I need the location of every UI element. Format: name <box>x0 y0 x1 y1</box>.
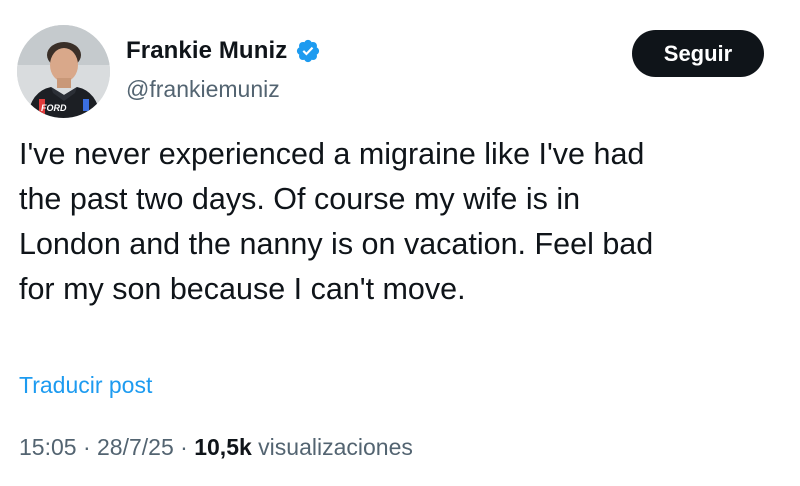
avatar-image: FORD <box>17 25 110 118</box>
verified-badge-icon <box>295 38 321 64</box>
meta-separator: · <box>180 434 188 460</box>
author-handle[interactable]: @frankiemuniz <box>126 76 280 103</box>
tweet-text-line: the past two days. Of course my wife is … <box>19 182 581 216</box>
avatar[interactable]: FORD <box>17 25 110 118</box>
tweet-card: FORD Frankie Muniz @frankiemuniz Seguir … <box>0 0 800 486</box>
tweet-time[interactable]: 15:05 <box>19 434 77 460</box>
translate-post-link[interactable]: Traducir post <box>19 372 152 399</box>
tweet-text: I've never experienced a migraine like I… <box>19 132 789 312</box>
avatar-logo-text: FORD <box>41 103 67 113</box>
tweet-date[interactable]: 28/7/25 <box>97 434 174 460</box>
author-name-row: Frankie Muniz <box>126 37 321 65</box>
follow-button[interactable]: Seguir <box>632 30 764 77</box>
tweet-text-line: London and the nanny is on vacation. Fee… <box>19 227 654 261</box>
author-display-name[interactable]: Frankie Muniz <box>126 37 287 65</box>
tweet-text-line: I've never experienced a migraine like I… <box>19 137 645 171</box>
views-label: visualizaciones <box>258 434 413 460</box>
views-count: 10,5k <box>194 434 252 460</box>
tweet-meta: 15:05 · 28/7/25 · 10,5k visualizaciones <box>19 434 413 461</box>
meta-separator: · <box>82 434 91 460</box>
tweet-text-line: for my son because I can't move. <box>19 272 466 306</box>
